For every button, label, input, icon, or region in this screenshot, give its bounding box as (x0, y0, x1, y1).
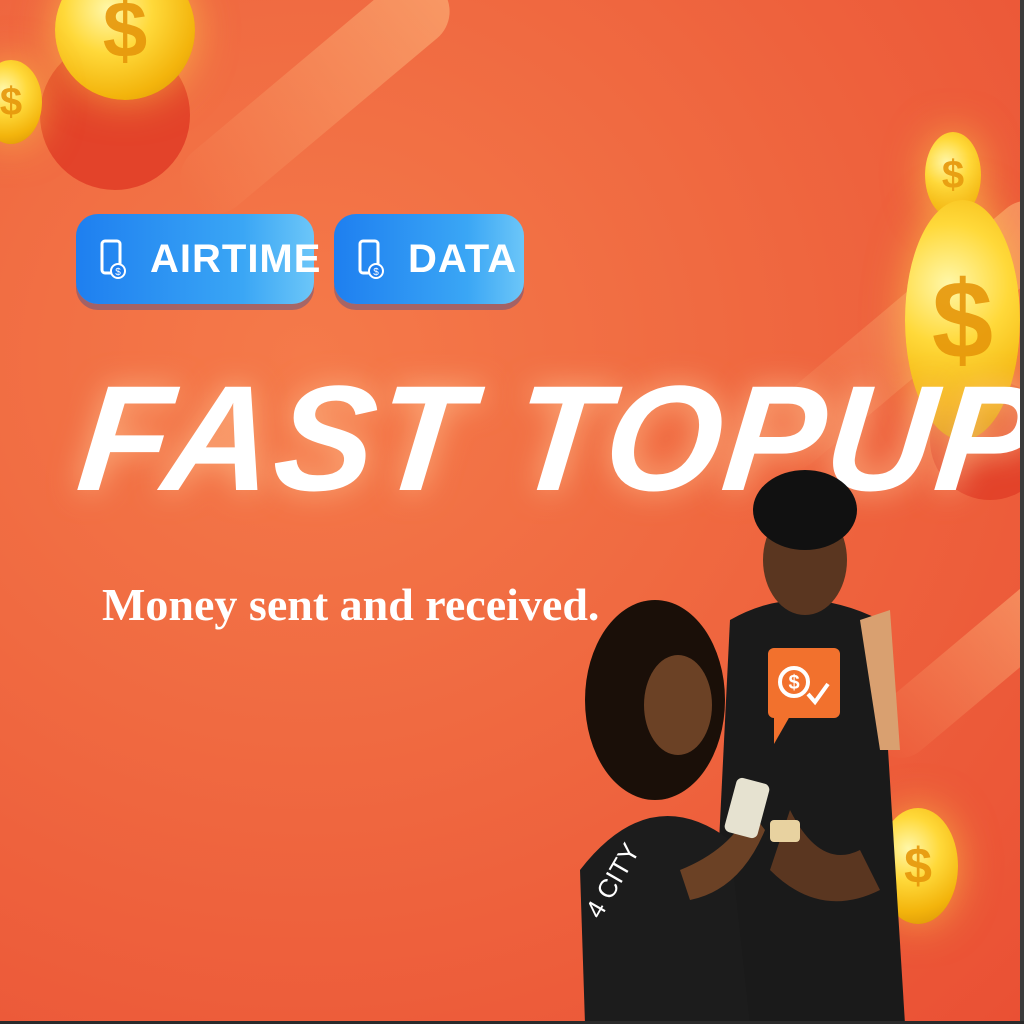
coin-icon: $ (0, 60, 42, 144)
phone-dollar-icon: $ (100, 239, 126, 279)
airtime-pill: $ AIRTIME (76, 214, 320, 304)
data-pill: $ DATA (334, 214, 524, 304)
light-streak (166, 0, 464, 228)
phone-dollar-icon: $ (358, 239, 384, 279)
svg-text:$: $ (788, 672, 799, 694)
frame-edge (1020, 0, 1024, 1024)
pill-label: DATA (408, 236, 518, 281)
svg-text:$: $ (115, 267, 121, 278)
promo-banner: $ $ $ $ $ $ AIRTIME $ DATA FAST TOPUP Mo… (0, 0, 1024, 1024)
tagline: Money sent and received. (102, 579, 600, 630)
dollar-check-icon: $ (768, 648, 840, 748)
svg-text:$: $ (373, 267, 379, 278)
pill-label: AIRTIME (150, 236, 322, 281)
